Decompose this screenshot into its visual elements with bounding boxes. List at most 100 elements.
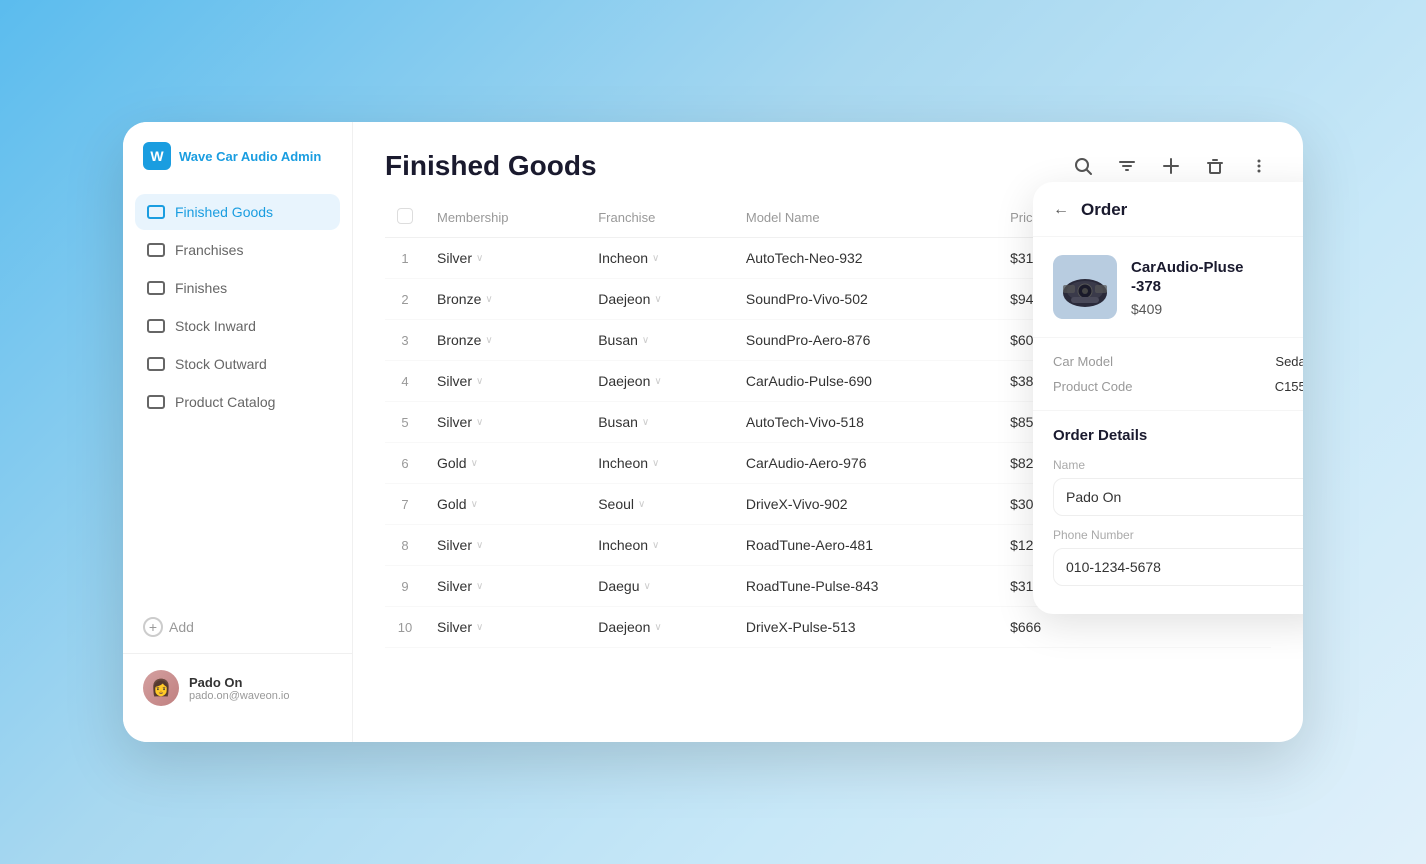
- franchise-dropdown-icon[interactable]: ∨: [643, 581, 650, 592]
- sidebar-item-stock-inward[interactable]: Stock Inward: [135, 308, 340, 344]
- franchise-dropdown-icon[interactable]: ∨: [652, 540, 659, 551]
- row-franchise: Incheon ∨: [586, 443, 734, 484]
- name-field-group: Name: [1053, 458, 1303, 516]
- row-model: RoadTune-Aero-481: [734, 525, 998, 566]
- row-membership: Gold ∨: [425, 443, 586, 484]
- order-panel-title: Order: [1081, 200, 1127, 220]
- nav-icon-stock-outward: [147, 357, 165, 371]
- user-profile: 👩 Pado On pado.on@waveon.io: [123, 653, 352, 722]
- toolbar: [1071, 154, 1271, 178]
- nav-icon-franchises: [147, 243, 165, 257]
- order-panel-header: ← Order: [1033, 182, 1303, 237]
- name-label: Name: [1053, 458, 1303, 472]
- membership-dropdown-icon[interactable]: ∨: [476, 417, 483, 428]
- row-num: 9: [385, 566, 425, 607]
- car-model-label: Car Model: [1053, 354, 1113, 369]
- user-email: pado.on@waveon.io: [189, 690, 289, 702]
- nav-icon-finished-goods: [147, 205, 165, 219]
- nav-icon-finishes: [147, 281, 165, 295]
- membership-dropdown-icon[interactable]: ∨: [476, 540, 483, 551]
- order-details-title: Order Details: [1053, 427, 1303, 444]
- page-title: Finished Goods: [385, 150, 597, 182]
- app-name: Wave Car Audio Admin: [179, 149, 321, 164]
- membership-dropdown-icon[interactable]: ∨: [485, 335, 492, 346]
- product-code-label: Product Code: [1053, 379, 1133, 394]
- product-details: Car Model Sedan Product Code C1550: [1033, 338, 1303, 411]
- sidebar-label-franchises: Franchises: [175, 242, 243, 258]
- row-num: 4: [385, 361, 425, 402]
- sidebar-label-finished-goods: Finished Goods: [175, 204, 273, 220]
- nav-icon-stock-inward: [147, 319, 165, 333]
- car-model-row: Car Model Sedan: [1053, 354, 1303, 369]
- sidebar-label-stock-inward: Stock Inward: [175, 318, 256, 334]
- user-info: Pado On pado.on@waveon.io: [189, 675, 289, 702]
- row-franchise: Busan ∨: [586, 320, 734, 361]
- product-code-row: Product Code C1550: [1053, 379, 1303, 394]
- franchise-dropdown-icon[interactable]: ∨: [652, 253, 659, 264]
- more-icon[interactable]: [1247, 154, 1271, 178]
- add-icon[interactable]: [1159, 154, 1183, 178]
- membership-dropdown-icon[interactable]: ∨: [476, 376, 483, 387]
- col-membership: Membership: [425, 198, 586, 238]
- row-model: DriveX-Vivo-902: [734, 484, 998, 525]
- franchise-dropdown-icon[interactable]: ∨: [652, 458, 659, 469]
- search-icon[interactable]: [1071, 154, 1095, 178]
- row-franchise: Seoul ∨: [586, 484, 734, 525]
- product-code-value: C1550: [1275, 379, 1303, 394]
- col-checkbox: [385, 198, 425, 238]
- franchise-dropdown-icon[interactable]: ∨: [654, 376, 661, 387]
- col-franchise: Franchise: [586, 198, 734, 238]
- row-franchise: Incheon ∨: [586, 238, 734, 279]
- sidebar-item-franchises[interactable]: Franchises: [135, 232, 340, 268]
- franchise-dropdown-icon[interactable]: ∨: [642, 335, 649, 346]
- add-button[interactable]: + Add: [123, 601, 352, 653]
- sidebar-label-product-catalog: Product Catalog: [175, 394, 275, 410]
- select-all-checkbox[interactable]: [397, 208, 413, 224]
- row-membership: Silver ∨: [425, 525, 586, 566]
- sidebar-item-finished-goods[interactable]: Finished Goods: [135, 194, 340, 230]
- order-details-section: Order Details Name Phone Number: [1033, 411, 1303, 614]
- col-model-name: Model Name: [734, 198, 998, 238]
- franchise-dropdown-icon[interactable]: ∨: [638, 499, 645, 510]
- franchise-dropdown-icon[interactable]: ∨: [654, 622, 661, 633]
- add-label: Add: [169, 619, 194, 635]
- row-membership: Gold ∨: [425, 484, 586, 525]
- membership-dropdown-icon[interactable]: ∨: [476, 253, 483, 264]
- row-membership: Silver ∨: [425, 607, 586, 648]
- membership-dropdown-icon[interactable]: ∨: [471, 499, 478, 510]
- sidebar-item-product-catalog[interactable]: Product Catalog: [135, 384, 340, 420]
- phone-label: Phone Number: [1053, 528, 1303, 542]
- phone-field-group: Phone Number: [1053, 528, 1303, 586]
- phone-input[interactable]: [1053, 548, 1303, 586]
- membership-dropdown-icon[interactable]: ∨: [476, 622, 483, 633]
- row-franchise: Daejeon ∨: [586, 607, 734, 648]
- sidebar-item-finishes[interactable]: Finishes: [135, 270, 340, 306]
- membership-dropdown-icon[interactable]: ∨: [471, 458, 478, 469]
- row-num: 2: [385, 279, 425, 320]
- membership-dropdown-icon[interactable]: ∨: [485, 294, 492, 305]
- add-circle-icon: +: [143, 617, 163, 637]
- row-num: 6: [385, 443, 425, 484]
- sidebar-item-stock-outward[interactable]: Stock Outward: [135, 346, 340, 382]
- membership-dropdown-icon[interactable]: ∨: [476, 581, 483, 592]
- row-membership: Silver ∨: [425, 566, 586, 607]
- product-info: CarAudio-Pluse -378 $409: [1131, 258, 1244, 317]
- filter-icon[interactable]: [1115, 154, 1139, 178]
- row-membership: Silver ∨: [425, 402, 586, 443]
- row-franchise: Daejeon ∨: [586, 361, 734, 402]
- delete-icon[interactable]: [1203, 154, 1227, 178]
- row-model: CarAudio-Aero-976: [734, 443, 998, 484]
- logo-icon: W: [143, 142, 171, 170]
- back-arrow-icon[interactable]: ←: [1053, 201, 1069, 219]
- car-model-value: Sedan: [1275, 354, 1303, 369]
- sidebar: W Wave Car Audio Admin Finished Goods Fr…: [123, 122, 353, 742]
- sidebar-label-stock-outward: Stock Outward: [175, 356, 267, 372]
- name-input[interactable]: [1053, 478, 1303, 516]
- order-panel: ← Order CarAudio-Pluse -378: [1033, 182, 1303, 614]
- row-num: 3: [385, 320, 425, 361]
- row-franchise: Incheon ∨: [586, 525, 734, 566]
- row-membership: Silver ∨: [425, 361, 586, 402]
- franchise-dropdown-icon[interactable]: ∨: [654, 294, 661, 305]
- row-num: 8: [385, 525, 425, 566]
- franchise-dropdown-icon[interactable]: ∨: [642, 417, 649, 428]
